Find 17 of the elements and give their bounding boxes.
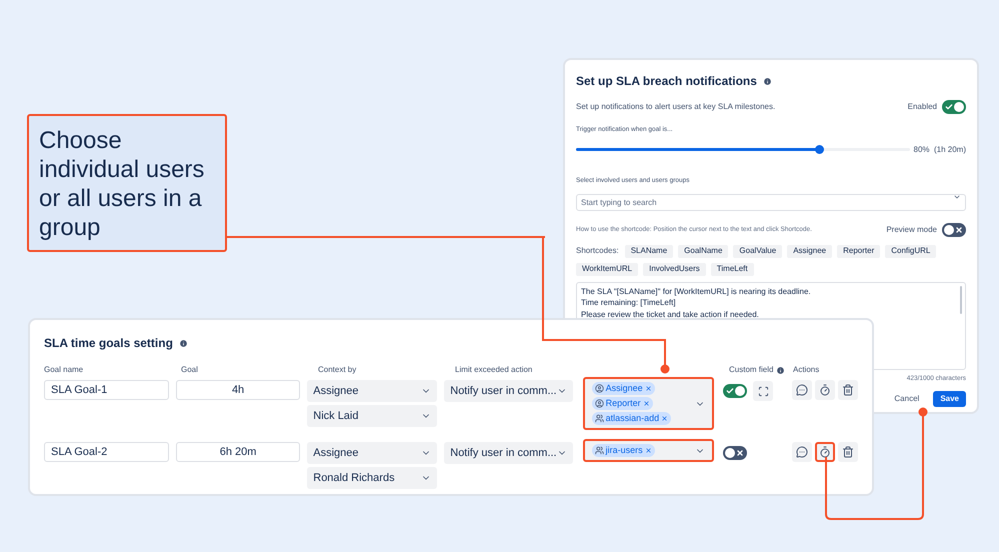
callout: Choose individual users or all users in a group (27, 114, 227, 252)
panel-title: Set up SLA breach notifications (576, 73, 757, 90)
column-header: Actions (793, 364, 820, 376)
trigger-reading: 80% (1h 20m) (914, 144, 966, 156)
message-line: The SLA "[SLAName]" for [WorkItemURL] is nearing its deadline. (581, 286, 812, 297)
column-header: Custom field (729, 364, 774, 376)
column-header: Goal name (44, 364, 84, 376)
column-header: Context by (318, 364, 356, 376)
panel-title: SLA time goals setting (44, 335, 173, 352)
description: Set up notifications to alert users at key SLA milestones. (576, 101, 776, 113)
message-line: Time remaining: [TimeLeft] (581, 297, 677, 308)
column-header: Limit exceeded action (455, 364, 532, 376)
enabled-label: Enabled (908, 101, 937, 113)
column-header: Goal (181, 364, 198, 376)
preview-label: Preview mode (886, 224, 937, 236)
shortcodes-label: Shortcodes: (576, 245, 619, 257)
message-line: Please review the ticket and take action if needed. (581, 308, 760, 320)
